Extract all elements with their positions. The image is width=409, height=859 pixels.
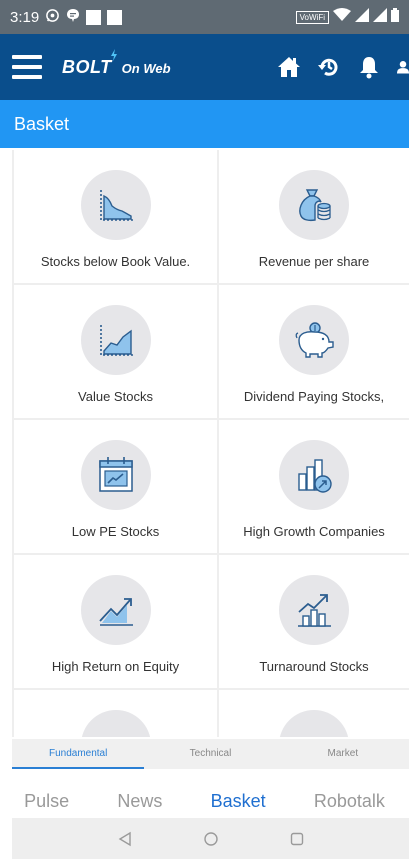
basket-tile-dividend[interactable]: Dividend Paying Stocks, <box>219 285 409 420</box>
bar-growth-icon <box>279 440 349 510</box>
basket-tile-high-growth[interactable]: High Growth Companies <box>219 420 409 555</box>
tile-label: High Growth Companies <box>243 524 385 539</box>
value-area-chart-icon <box>80 305 151 375</box>
tile-label: High Return on Equity <box>51 659 180 674</box>
message-icon <box>66 8 80 27</box>
nav-robotalk[interactable]: Robotalk <box>306 785 393 818</box>
nav-news[interactable]: News <box>109 785 170 818</box>
app-bar: BOLT On Web <box>0 34 409 100</box>
brand-subtitle: On Web <box>121 60 171 76</box>
recents-icon[interactable] <box>288 830 306 848</box>
signal-icon <box>355 8 369 26</box>
tile-label: Dividend Paying Stocks, <box>243 389 385 404</box>
tile-icon-partial <box>80 710 151 737</box>
basket-tile-value-stocks[interactable]: Value Stocks <box>14 285 219 420</box>
home-icon[interactable] <box>277 55 301 79</box>
book-value-chart-icon <box>80 170 151 240</box>
status-bar: 3:19 VoWiFi <box>0 0 409 34</box>
menu-icon[interactable] <box>12 55 42 79</box>
tile-label: Revenue per share <box>258 254 370 269</box>
tab-technical[interactable]: Technical <box>144 739 276 769</box>
signal-icon <box>373 8 387 26</box>
bell-icon[interactable] <box>357 55 381 79</box>
basket-tile-revenue[interactable]: Revenue per share <box>219 150 409 285</box>
home-circle-icon[interactable] <box>202 830 220 848</box>
tile-label: Turnaround Stocks <box>259 659 369 674</box>
basket-tile-return-equity[interactable]: High Return on Equity <box>14 555 219 690</box>
brand-name: BOLT <box>62 56 112 77</box>
basket-tile-book-value[interactable]: Stocks below Book Value. <box>14 150 219 285</box>
whatsapp-icon <box>45 8 60 27</box>
basket-tile-partial[interactable] <box>14 690 219 737</box>
vowifi-badge: VoWiFi <box>295 10 329 24</box>
tab-fundamental[interactable]: Fundamental <box>12 739 145 769</box>
user-icon[interactable] <box>397 55 409 79</box>
status-time: 3:19 <box>10 8 40 26</box>
back-icon[interactable] <box>116 830 134 848</box>
square-icon <box>86 9 102 25</box>
tile-icon-partial <box>279 710 349 737</box>
brand-logo[interactable]: BOLT On Web <box>62 48 171 78</box>
wifi-icon <box>333 8 351 26</box>
system-nav-bar <box>12 818 409 859</box>
bottom-nav: Pulse News Basket Robotalk <box>0 780 409 822</box>
piggy-bank-icon <box>279 305 349 375</box>
basket-grid: Stocks below Book Value. Revenue per sha… <box>12 150 409 737</box>
nav-basket[interactable]: Basket <box>203 785 274 818</box>
basket-tab-bar: Fundamental Technical Market <box>12 739 409 769</box>
trend-up-icon <box>80 575 151 645</box>
history-icon[interactable] <box>317 55 341 79</box>
tile-label: Value Stocks <box>78 389 153 404</box>
calendar-trend-icon <box>80 440 151 510</box>
battery-icon <box>391 8 399 26</box>
square-icon <box>107 9 123 25</box>
basket-tile-turnaround[interactable]: Turnaround Stocks <box>219 555 409 690</box>
turnaround-chart-icon <box>279 575 349 645</box>
bolt-mark-icon <box>110 48 117 61</box>
basket-tile-partial[interactable] <box>219 690 409 737</box>
nav-pulse[interactable]: Pulse <box>16 785 77 818</box>
tile-label: Stocks below Book Value. <box>40 254 191 269</box>
tab-market[interactable]: Market <box>277 739 409 769</box>
money-bag-icon <box>279 170 349 240</box>
tile-label: Low PE Stocks <box>71 524 160 539</box>
page-title: Basket <box>0 100 409 148</box>
basket-tile-low-pe[interactable]: Low PE Stocks <box>14 420 219 555</box>
